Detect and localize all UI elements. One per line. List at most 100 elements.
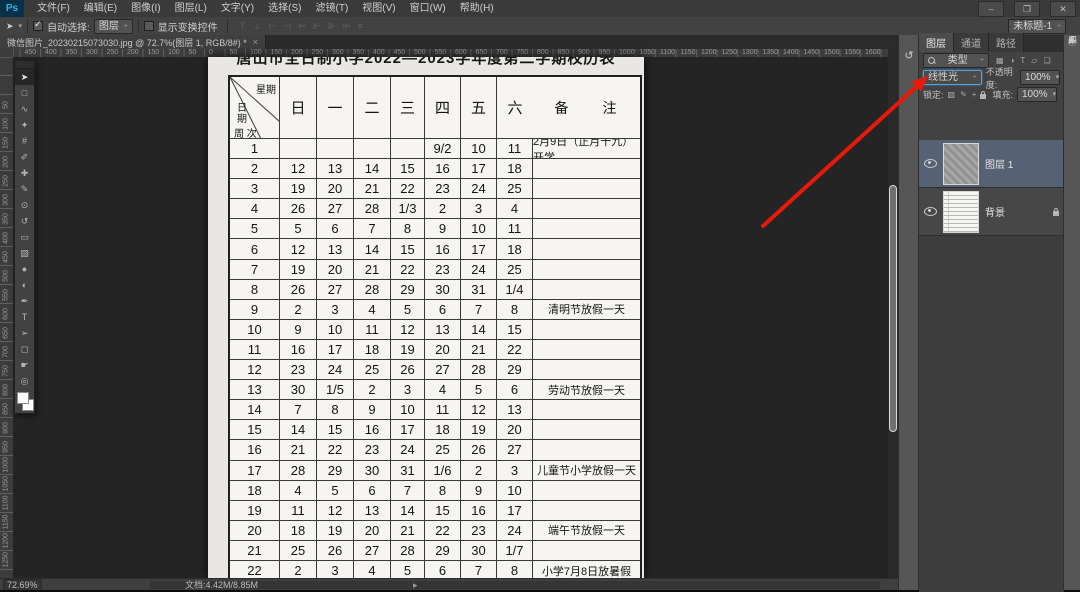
lasso-tool[interactable]: ∿ <box>15 101 34 117</box>
lock-all-icon[interactable] <box>980 90 987 99</box>
calendar-cell: 15 <box>425 500 461 521</box>
menu-item[interactable]: 选择(S) <box>261 0 308 17</box>
path-selection-tool[interactable]: ➢ <box>15 325 34 341</box>
layer-row-layer-1[interactable]: 图层 1 <box>919 140 1064 188</box>
tool-preset-arrow-icon[interactable]: ▾ <box>19 22 23 30</box>
magic-wand-tool[interactable]: ✦ <box>15 117 34 133</box>
align-icon[interactable]: ⊤ <box>239 21 247 32</box>
tab-paths[interactable]: 路径 <box>989 33 1024 52</box>
tab-close-icon[interactable]: × <box>253 37 258 47</box>
hand-tool[interactable]: ☛ <box>15 357 34 373</box>
color-swatches <box>15 389 34 413</box>
layer-thumbnail[interactable] <box>943 142 979 185</box>
menu-item[interactable]: 视图(V) <box>355 0 402 17</box>
week-number-cell: 18 <box>230 480 280 501</box>
gradient-tool[interactable]: ▧ <box>15 245 34 261</box>
filter-kind-icon[interactable]: T <box>1020 56 1025 65</box>
pen-tool[interactable]: ✒ <box>15 293 34 309</box>
align-icon[interactable]: ≡ <box>357 21 362 32</box>
menu-item[interactable]: 窗口(W) <box>403 0 453 17</box>
move-tool[interactable]: ➤ <box>15 69 34 85</box>
ruler-label: 950 <box>2 441 10 453</box>
document-canvas: 唐山市全日制小学2022—2023学年度第二学期校历表 星期 日期 周 次 日一… <box>208 57 644 578</box>
eyedropper-tool[interactable]: ✐ <box>15 149 34 165</box>
shape-tool[interactable]: ◻ <box>15 341 34 357</box>
calendar-cell: 14 <box>354 159 391 180</box>
calendar-cell: 6 <box>317 219 354 240</box>
dodge-tool[interactable]: ◐ <box>15 277 34 293</box>
align-icon[interactable]: ⊢ <box>268 21 276 32</box>
restore-button[interactable]: ❐ <box>1014 1 1040 17</box>
align-icon[interactable]: ⊩ <box>313 21 321 32</box>
align-icon[interactable]: ⊨ <box>298 21 306 32</box>
calendar-week-row: 16 21 22 23 24 25 26 27 <box>230 440 640 461</box>
ruler-label: 900 <box>578 49 590 56</box>
remark-cell: 2月9日（正月十九）开学 <box>533 139 640 160</box>
calendar-week-row: 20 18 19 20 21 22 23 24 端午节放假一天 <box>230 520 640 541</box>
align-icon[interactable]: ⊪ <box>328 21 336 32</box>
photoshop-window: Ps 文件(F) 编辑(E) 图像(I) 图层(L) 文字(Y) 选择(S) 滤镜(T) 视图… <box>0 0 1080 592</box>
document-tab[interactable]: 微信图片_20230215073030.jpg @ 72.7%(图层 1, RG… <box>0 35 267 49</box>
menu-item[interactable]: 文件(F) <box>30 0 77 17</box>
filter-type-dropdown[interactable]: 类型 ÷ <box>923 53 989 68</box>
visibility-eye-icon[interactable] <box>924 159 937 168</box>
calendar-cell: 10 <box>317 319 354 340</box>
workspace-dropdown[interactable]: 未标题-1 ÷ <box>1008 19 1066 34</box>
foreground-color-swatch[interactable] <box>17 392 29 404</box>
calendar-week-row: 10 9 10 11 12 13 14 15 <box>230 319 640 340</box>
menu-item[interactable]: 帮助(H) <box>453 0 501 17</box>
lock-option-icon[interactable]: ▨ <box>948 90 956 99</box>
v-ruler: 50 100 150 200 250 300 350 400 450 500 550 600 650 70… <box>0 57 14 578</box>
calendar-week-row: 21 25 26 27 28 29 30 1/7 <box>230 540 640 561</box>
menu-item[interactable]: 图像(I) <box>124 0 167 17</box>
marquee-tool[interactable]: □ <box>15 85 34 101</box>
week-number-cell: 10 <box>230 319 280 340</box>
clone-stamp-tool[interactable]: ⊙ <box>15 197 34 213</box>
zoom-tool[interactable]: ◎ <box>15 373 34 389</box>
align-icon[interactable]: ⊥ <box>254 21 262 32</box>
menu-item[interactable]: 文字(Y) <box>214 0 261 17</box>
scrollbar-thumb[interactable] <box>889 185 897 432</box>
healing-brush-tool[interactable]: ✚ <box>15 165 34 181</box>
tab-layers[interactable]: 图层 <box>919 33 954 52</box>
status-flyout-arrow-icon[interactable]: ▸ <box>413 580 418 590</box>
blur-tool[interactable]: ● <box>15 261 34 277</box>
lock-option-icon[interactable]: + <box>972 90 977 99</box>
options-bar: ➤ ▾ 自动选择: 图层÷ 显示变换控件 ⊤ ⊥ ⊢ ⊣ ⊨ ⊩ ⊪ ⊫ ≡ 未标题-1÷ <box>0 17 1080 36</box>
lock-option-icon[interactable]: ✎ <box>960 90 967 99</box>
auto-select-target-dropdown[interactable]: 图层 ÷ <box>93 18 133 34</box>
show-transform-checkbox[interactable] <box>143 21 154 31</box>
day-header-cell: 日 <box>280 77 317 139</box>
align-icon[interactable]: ⊣ <box>283 21 291 32</box>
tab-channels[interactable]: 通道 <box>954 33 989 52</box>
fill-label: 填充: <box>992 90 1013 100</box>
brush-tool[interactable]: ✎ <box>15 181 34 197</box>
filter-kind-icon[interactable]: ▱ <box>1031 56 1037 65</box>
actions-panel-icon[interactable]: ▶ <box>1064 35 1080 46</box>
calendar-week-row: 3 19 20 21 22 23 24 25 <box>230 179 640 200</box>
type-tool[interactable]: T <box>15 309 34 325</box>
ruler-label: 350 <box>2 213 10 225</box>
menu-item[interactable]: 图层(L) <box>168 0 214 17</box>
close-button[interactable]: ✕ <box>1050 1 1076 17</box>
align-icon[interactable]: ⊫ <box>343 21 351 32</box>
calendar-cell: 1/3 <box>391 199 425 220</box>
visibility-eye-icon[interactable] <box>924 207 937 216</box>
history-brush-tool[interactable]: ↺ <box>15 213 34 229</box>
fill-dropdown[interactable]: 100% ▾ <box>1016 87 1057 102</box>
blend-mode-dropdown[interactable]: 线性光 ÷ <box>923 70 982 85</box>
calendar-cell: 17 <box>317 339 354 361</box>
minimize-button[interactable]: ‒ <box>978 1 1004 17</box>
crop-tool[interactable]: # <box>15 133 34 149</box>
menu-item[interactable]: 编辑(E) <box>77 0 124 17</box>
calendar-cell: 21 <box>280 440 317 461</box>
layer-thumbnail[interactable] <box>943 190 979 233</box>
opacity-dropdown[interactable]: 100% ▾ <box>1020 70 1060 85</box>
eraser-tool[interactable]: ▭ <box>15 229 34 245</box>
layer-row-background[interactable]: 背景 <box>919 188 1064 236</box>
auto-select-checkbox[interactable] <box>33 19 44 31</box>
menu-item[interactable]: 滤镜(T) <box>309 0 356 17</box>
filter-kind-icon[interactable]: ❏ <box>1043 56 1050 65</box>
tools-panel-header[interactable] <box>15 61 34 69</box>
history-panel-icon[interactable]: ↺ <box>899 49 919 62</box>
